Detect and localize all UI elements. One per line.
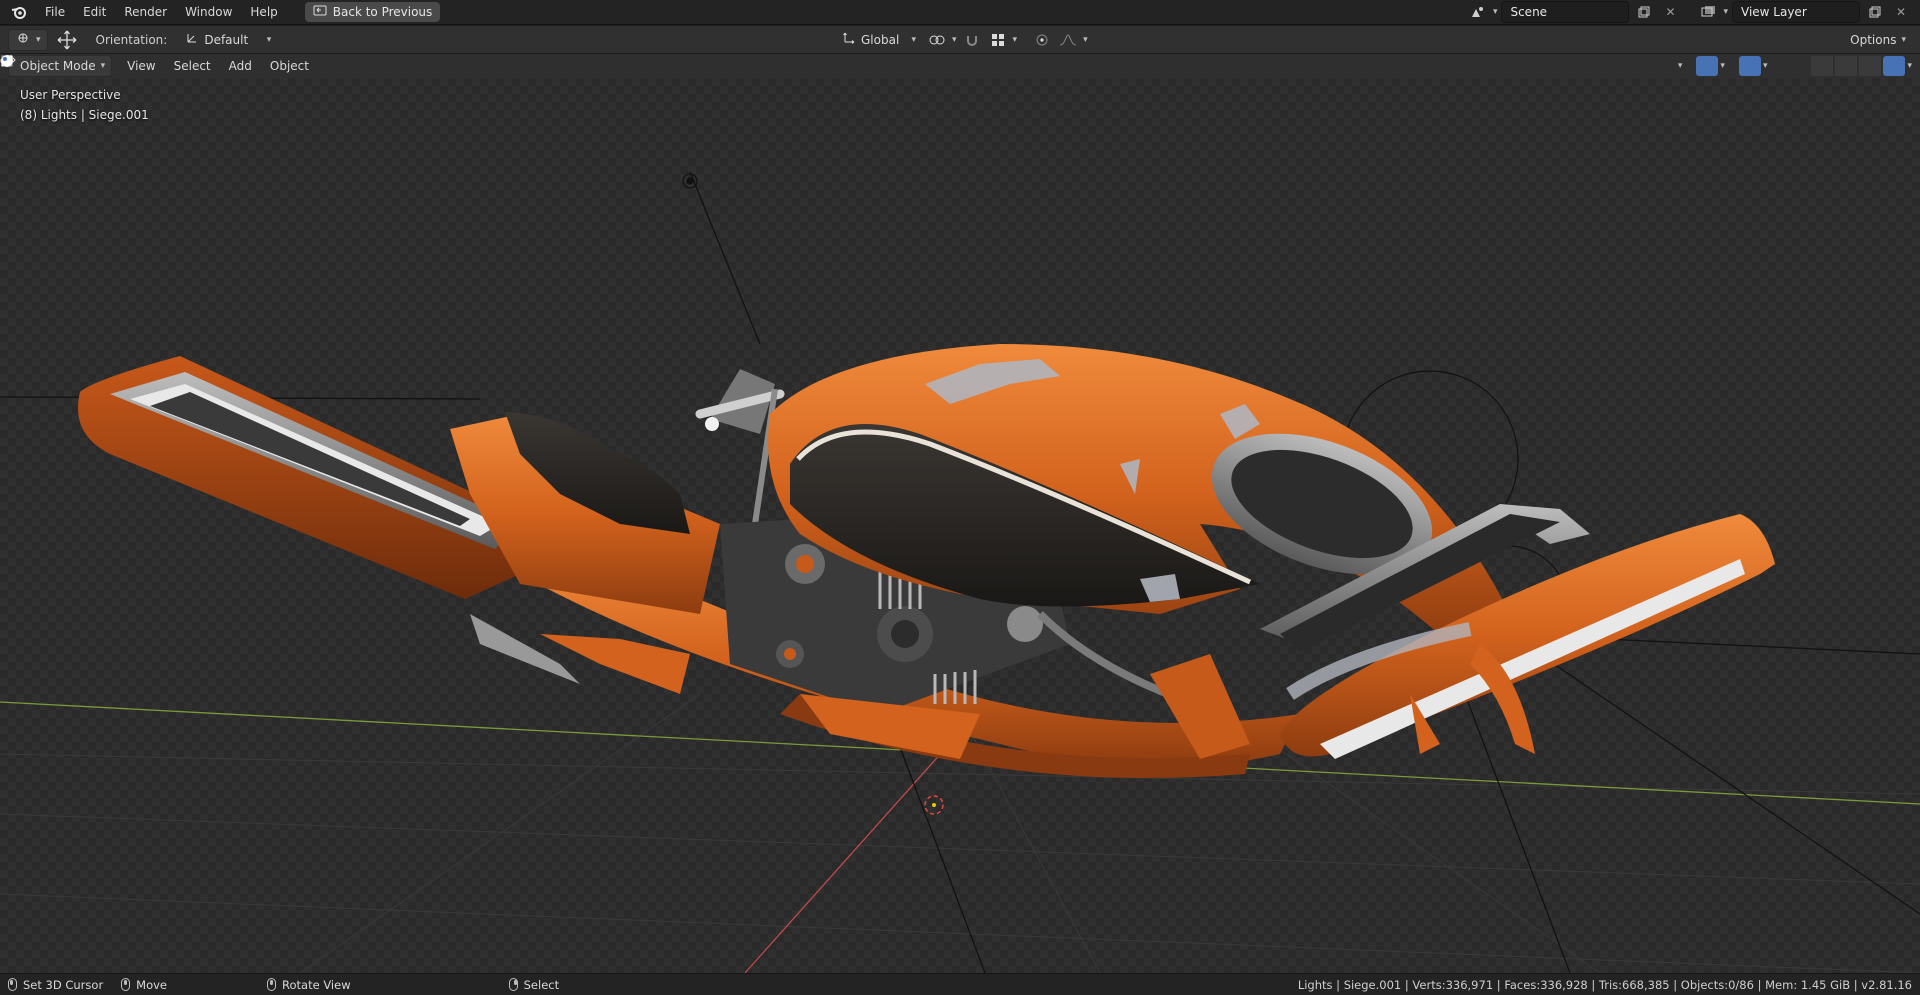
top-menu-bar: File Edit Render Window Help Back to Pre… — [0, 0, 1920, 25]
back-screen-icon — [313, 5, 327, 20]
orientation-label: Orientation: — [95, 32, 168, 47]
proportional-falloff-icon[interactable] — [1057, 30, 1079, 50]
snap-toggle-icon[interactable] — [961, 30, 983, 50]
scene-icon[interactable] — [1467, 2, 1489, 22]
viewport-header: Object Mode ▾ View Select Add Object ▾ ▾… — [0, 54, 1920, 78]
back-to-previous-button[interactable]: Back to Previous — [304, 2, 441, 22]
blender-logo-icon[interactable] — [8, 5, 30, 19]
mode-dropdown[interactable]: Object Mode ▾ — [1, 55, 113, 77]
snap-increment-icon[interactable] — [987, 30, 1009, 50]
transform-space-value: Global — [861, 32, 900, 47]
mouse-middle-icon — [121, 978, 131, 991]
mouse-left-icon — [8, 978, 17, 991]
transform-controls: Global ▾ ▾ ▾ ▾ — [836, 29, 1088, 50]
3d-viewport[interactable]: Object Mode ▾ View Select Add Object ▾ ▾… — [0, 54, 1920, 973]
view-layer-name-field[interactable]: View Layer — [1732, 1, 1860, 23]
xray-toggle-icon[interactable] — [1, 55, 1803, 76]
scene-statistics: Lights | Siege.001 | Verts:336,971 | Fac… — [1297, 977, 1912, 992]
tool-settings-bar: ▾ Orientation: Default ▾ Global ▾ ▾ ▾ ▾ … — [0, 26, 1920, 54]
chevron-down-icon[interactable]: ▾ — [1907, 61, 1912, 71]
status-hint-label: Rotate View — [282, 977, 351, 992]
chevron-down-icon[interactable]: ▾ — [1678, 61, 1683, 71]
material-preview-shading-icon[interactable] — [1, 55, 1882, 76]
view-layer-dropdown-chevron-icon[interactable]: ▾ — [1723, 7, 1728, 17]
mouse-middle-icon — [267, 978, 277, 991]
status-bar: Set 3D Cursor Move Rotate View Select Li… — [0, 973, 1920, 995]
viewport-context-label: (8) Lights | Siege.001 — [20, 108, 149, 122]
global-axes-icon — [842, 31, 856, 48]
overlays-toggle-icon[interactable] — [0, 56, 1761, 76]
menu-help[interactable]: Help — [241, 1, 286, 23]
status-hint-label: Move — [136, 977, 168, 992]
chevron-down-icon[interactable]: ▾ — [1013, 35, 1018, 45]
orientation-dropdown[interactable]: Default ▾ — [179, 29, 278, 50]
chevron-down-icon[interactable]: ▾ — [952, 35, 957, 45]
rendered-shading-icon[interactable] — [1, 55, 1906, 76]
scene-dropdown-chevron-icon[interactable]: ▾ — [1493, 7, 1498, 17]
gizmo-toggle-icon[interactable] — [1, 55, 1719, 76]
mouse-right-icon — [508, 978, 518, 991]
options-label: Options — [1850, 32, 1897, 47]
orientation-axes-icon — [185, 31, 199, 48]
status-hint-select: Select — [508, 977, 560, 992]
chevron-down-icon[interactable]: ▾ — [1763, 61, 1768, 71]
move-tool-icon[interactable] — [56, 30, 78, 50]
chevron-down-icon: ▾ — [911, 34, 916, 45]
back-to-previous-label: Back to Previous — [332, 5, 433, 19]
header-menu-select[interactable]: Select — [165, 55, 220, 77]
chevron-down-icon[interactable]: ▾ — [1720, 61, 1725, 71]
mode-label: Object Mode — [20, 59, 96, 73]
new-view-layer-icon[interactable] — [1864, 2, 1886, 22]
viewport-scene — [0, 54, 1920, 973]
chevron-down-icon: ▾ — [36, 34, 41, 45]
visibility-eye-icon[interactable] — [0, 55, 1676, 76]
chevron-down-icon: ▾ — [1901, 34, 1906, 45]
status-hint-label: Select — [523, 977, 560, 992]
header-menu-view[interactable]: View — [118, 55, 164, 77]
status-hint-move: Move — [121, 978, 167, 992]
solid-shading-icon[interactable] — [1, 55, 1858, 76]
menu-render[interactable]: Render — [115, 1, 176, 23]
transform-orientation-dropdown[interactable]: Global ▾ — [836, 29, 922, 50]
header-menu-object[interactable]: Object — [261, 55, 318, 77]
3d-viewport-icon — [15, 31, 31, 48]
menu-edit[interactable]: Edit — [74, 1, 115, 23]
editor-type-dropdown[interactable]: ▾ — [8, 28, 48, 51]
viewport-shading-controls: ▾ ▾ ▾ ▾ — [0, 55, 1912, 76]
orientation-value: Default — [204, 32, 249, 47]
remove-scene-icon[interactable]: ✕ — [1659, 2, 1681, 22]
chevron-down-icon: ▾ — [266, 34, 272, 45]
status-hint-label: Set 3D Cursor — [23, 977, 104, 992]
menu-window[interactable]: Window — [176, 1, 241, 23]
remove-view-layer-icon[interactable]: ✕ — [1890, 2, 1912, 22]
wireframe-shading-icon[interactable] — [1, 55, 1834, 76]
scene-name-field[interactable]: Scene — [1501, 1, 1630, 23]
view-layer-icon[interactable] — [1697, 2, 1719, 22]
options-dropdown[interactable]: Options ▾ — [1844, 29, 1912, 50]
proportional-edit-icon[interactable] — [1031, 30, 1053, 50]
menu-file[interactable]: File — [36, 1, 74, 23]
header-menu-add[interactable]: Add — [220, 55, 261, 77]
status-hint-set-cursor: Set 3D Cursor — [8, 978, 103, 992]
chevron-down-icon: ▾ — [100, 61, 106, 71]
viewport-perspective-label: User Perspective — [20, 88, 121, 102]
status-hint-rotate-view: Rotate View — [267, 978, 351, 992]
new-scene-icon[interactable] — [1633, 2, 1655, 22]
chevron-down-icon[interactable]: ▾ — [1083, 35, 1088, 45]
pivot-point-icon[interactable] — [926, 30, 948, 50]
